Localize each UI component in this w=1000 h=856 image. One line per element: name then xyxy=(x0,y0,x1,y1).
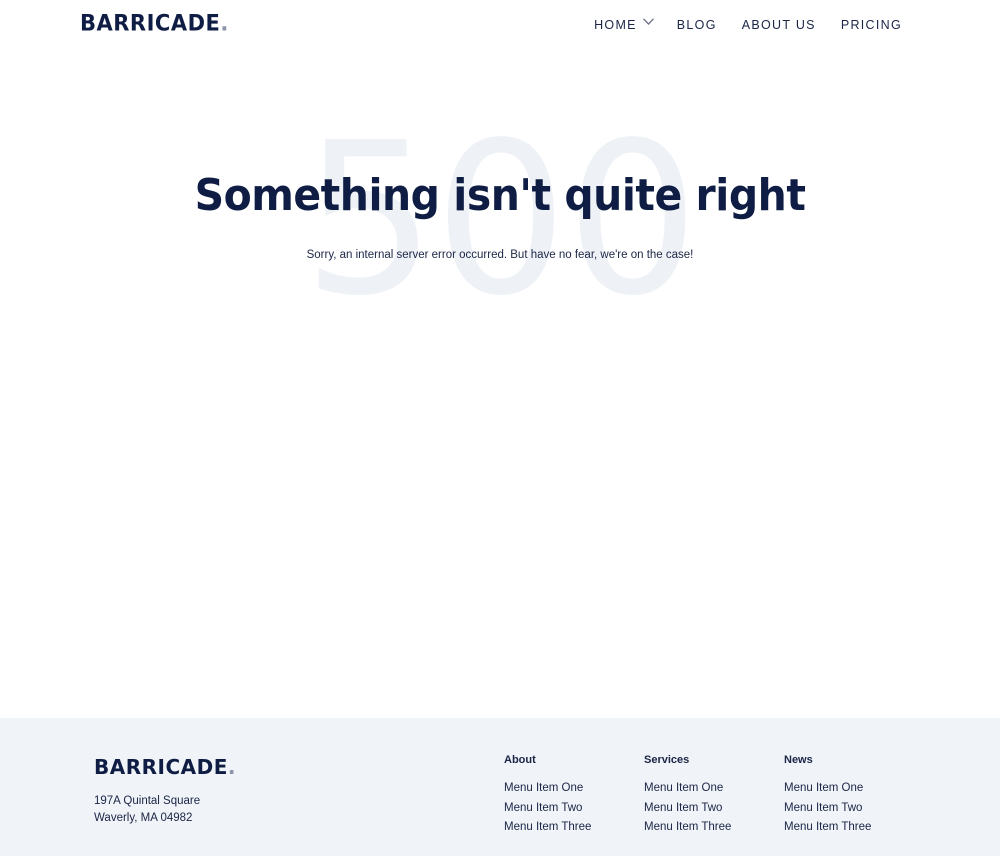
chevron-down-icon xyxy=(642,17,654,27)
footer-link[interactable]: Menu Item Three xyxy=(504,818,634,838)
footer-link[interactable]: Menu Item Two xyxy=(504,799,634,819)
address-line: Waverly, MA 04982 xyxy=(94,812,193,824)
site-header: BARRICADE. HOME BLOG ABOUT US PRICING xyxy=(0,0,1000,54)
footer-column-about: About Menu Item One Menu Item Two Menu I… xyxy=(504,754,634,838)
error-title: Something isn't quite right xyxy=(194,170,806,221)
logo-dot: . xyxy=(220,10,229,36)
footer-column-title: Services xyxy=(644,754,690,766)
logo-text: BARRICADE xyxy=(80,10,221,36)
footer-link[interactable]: Menu Item Three xyxy=(784,818,914,838)
footer-column-title: About xyxy=(504,754,536,766)
footer-link[interactable]: Menu Item One xyxy=(504,779,634,799)
footer-link[interactable]: Menu Item Two xyxy=(644,799,774,819)
header-logo[interactable]: BARRICADE. xyxy=(80,10,229,35)
nav-item-pricing[interactable]: PRICING xyxy=(841,18,902,32)
footer-link[interactable]: Menu Item One xyxy=(644,779,774,799)
footer-column-title: News xyxy=(784,754,813,766)
nav-item-label: ABOUT US xyxy=(741,18,816,32)
logo-dot: . xyxy=(227,755,236,779)
footer-column-services: Services Menu Item One Menu Item Two Men… xyxy=(644,754,774,838)
address-line: 197A Quintal Square xyxy=(94,795,201,807)
footer-link[interactable]: Menu Item Three xyxy=(644,818,774,838)
nav-item-blog[interactable]: BLOG xyxy=(677,18,717,32)
nav-item-label: BLOG xyxy=(676,18,717,32)
logo-text: BARRICADE xyxy=(94,755,228,779)
site-footer: BARRICADE. 197A Quintal Square Waverly, … xyxy=(0,718,1000,856)
main-nav: HOME BLOG ABOUT US PRICING xyxy=(594,17,902,32)
footer-address: 197A Quintal Square Waverly, MA 04982 xyxy=(94,793,200,827)
footer-link[interactable]: Menu Item Two xyxy=(784,799,914,819)
footer-column-news: News Menu Item One Menu Item Two Menu It… xyxy=(784,754,914,838)
footer-logo[interactable]: BARRICADE. xyxy=(94,755,236,779)
nav-item-label: HOME xyxy=(594,18,637,32)
footer-link[interactable]: Menu Item One xyxy=(784,779,914,799)
error-message: Sorry, an internal server error occurred… xyxy=(306,249,694,261)
nav-item-about-us[interactable]: ABOUT US xyxy=(742,18,816,32)
nav-item-home[interactable]: HOME xyxy=(594,17,654,32)
nav-item-label: PRICING xyxy=(840,18,902,32)
